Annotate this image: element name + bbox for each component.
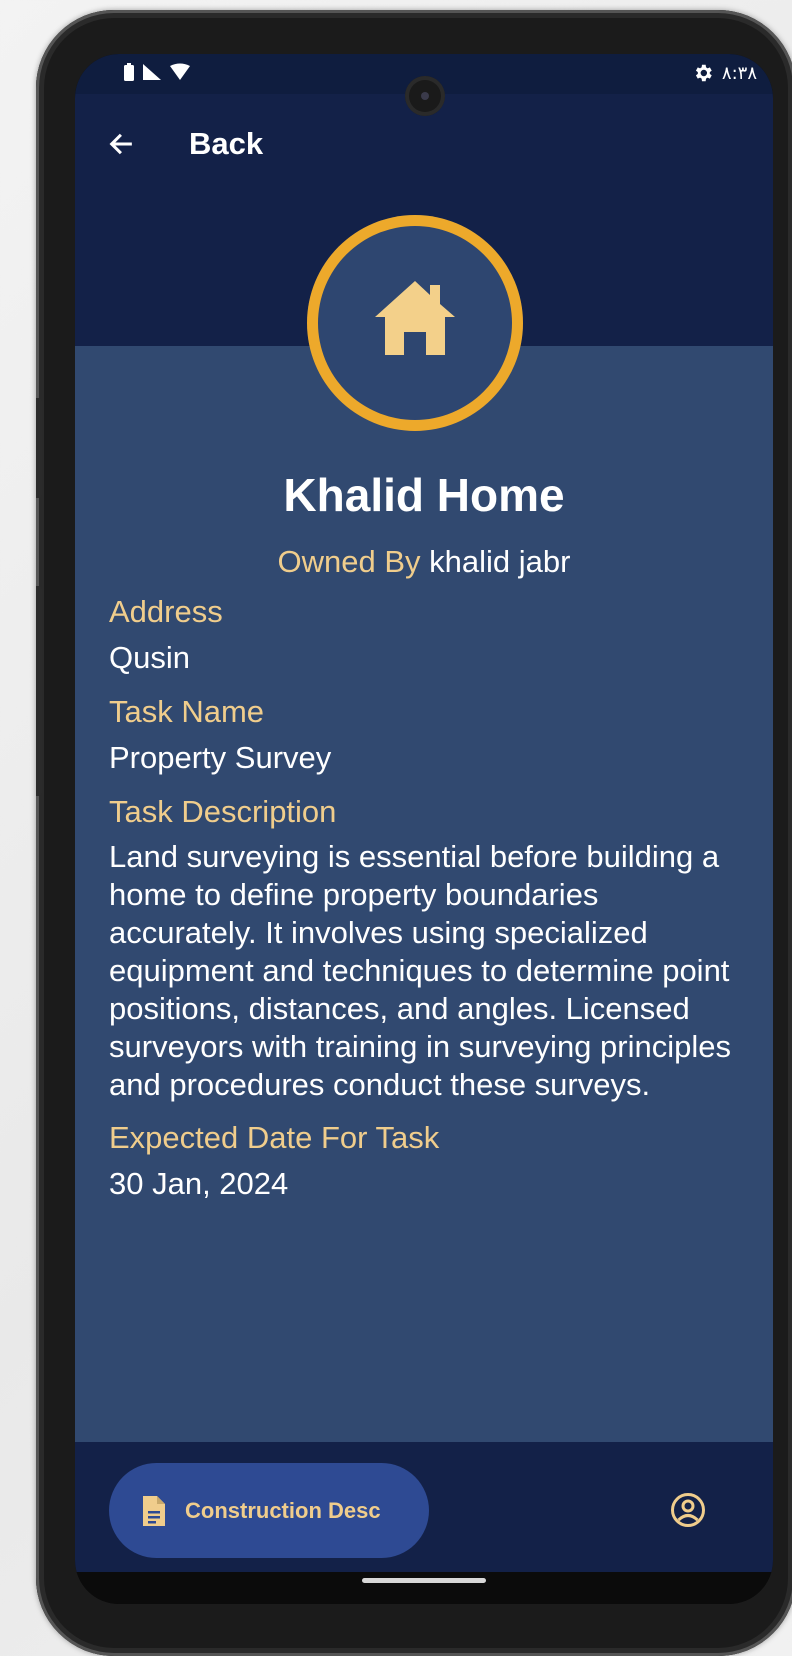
document-icon — [143, 1495, 165, 1526]
owned-by-label: Owned By — [277, 544, 421, 579]
back-label[interactable]: Back — [189, 126, 263, 162]
signal-icon — [143, 64, 161, 80]
property-avatar — [307, 215, 523, 431]
task-name-label: Task Name — [109, 694, 265, 729]
property-title: Khalid Home — [283, 469, 565, 521]
gesture-area — [75, 1572, 773, 1604]
house-icon — [375, 281, 455, 355]
front-camera — [405, 76, 445, 116]
arrow-left-icon[interactable] — [107, 130, 135, 158]
clock: ٨:٣٨ — [721, 62, 757, 84]
settings-icon — [695, 64, 712, 82]
task-description-label: Task Description — [109, 794, 337, 829]
nav-item-construction-desc[interactable]: Construction Desc — [109, 1463, 429, 1558]
side-button — [36, 398, 42, 498]
battery-icon — [124, 63, 134, 81]
side-button — [36, 586, 42, 796]
status-icons-right: ٨:٣٨ — [692, 62, 757, 84]
account-circle-icon[interactable] — [670, 1492, 706, 1528]
owner-line: Owned By khalid jabr — [75, 544, 773, 580]
status-icons-left — [123, 62, 191, 82]
wifi-icon — [170, 63, 190, 80]
back-button[interactable]: Back — [107, 126, 263, 162]
expected-date-label: Expected Date For Task — [109, 1120, 440, 1155]
app-screen: ٨:٣٨ Back Khalid Home Owned By khalid ja… — [75, 54, 773, 1604]
task-name-value: Property Survey — [109, 740, 332, 775]
nav-item-label[interactable]: Construction Desc — [185, 1498, 381, 1524]
task-description-value: Land surveying is essential before build… — [109, 839, 731, 1102]
address-label: Address — [109, 594, 223, 629]
address-value: Qusin — [109, 640, 190, 675]
expected-date-value: 30 Jan, 2024 — [109, 1166, 289, 1201]
owner-name: khalid jabr — [429, 544, 571, 579]
details-section: Address Qusin Task Name Property Survey … — [109, 592, 749, 1204]
home-indicator[interactable] — [362, 1578, 486, 1583]
bottom-navigation: Construction Desc — [75, 1442, 773, 1572]
